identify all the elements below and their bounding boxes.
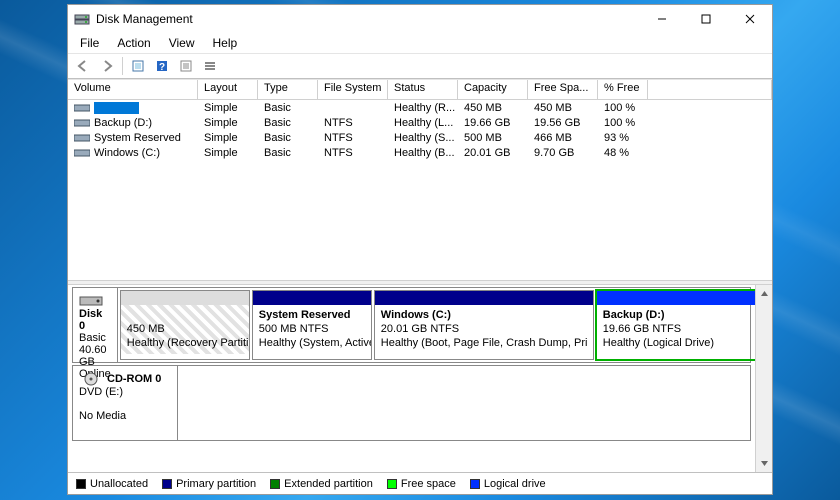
back-button[interactable]	[72, 55, 94, 77]
svg-text:?: ?	[159, 62, 165, 73]
partition[interactable]: 450 MBHealthy (Recovery Partiti	[120, 290, 250, 360]
menu-help[interactable]: Help	[205, 34, 246, 52]
cdrom-partitions	[178, 366, 750, 440]
cdrom-icon	[79, 372, 103, 386]
swatch-primary	[162, 479, 172, 489]
partition[interactable]: System Reserved500 MB NTFSHealthy (Syste…	[252, 290, 372, 360]
cdrom-header[interactable]: CD-ROM 0 DVD (E:) No Media	[73, 366, 178, 440]
menubar: File Action View Help	[68, 33, 772, 53]
col-rest[interactable]	[648, 80, 772, 99]
volume-icon	[74, 148, 90, 158]
swatch-freespace	[387, 479, 397, 489]
disk-0-header[interactable]: Disk 0 Basic 40.60 GB Online	[73, 288, 118, 362]
volume-row[interactable]: System ReservedSimpleBasicNTFSHealthy (S…	[68, 130, 772, 145]
disk-0-type: Basic	[79, 332, 106, 344]
maximize-button[interactable]	[684, 5, 728, 33]
disk-row-cdrom[interactable]: CD-ROM 0 DVD (E:) No Media	[72, 365, 751, 441]
minimize-button[interactable]	[640, 5, 684, 33]
legend: Unallocated Primary partition Extended p…	[68, 472, 772, 494]
scroll-up-button[interactable]	[756, 285, 772, 302]
col-type[interactable]: Type	[258, 80, 318, 99]
content: Volume Layout Type File System Status Ca…	[68, 79, 772, 494]
cdrom-sub: DVD (E:)	[79, 386, 123, 398]
disk-icon	[79, 294, 103, 308]
legend-primary: Primary partition	[176, 478, 256, 490]
toolbar: ?	[68, 53, 772, 79]
col-layout[interactable]: Layout	[198, 80, 258, 99]
properties-button[interactable]	[175, 55, 197, 77]
disk-management-window: Disk Management File Action View Help ? …	[67, 4, 773, 495]
help-button[interactable]: ?	[151, 55, 173, 77]
scroll-down-button[interactable]	[756, 455, 772, 472]
volume-list-pane: Volume Layout Type File System Status Ca…	[68, 80, 772, 280]
col-filesystem[interactable]: File System	[318, 80, 388, 99]
disk-row-0[interactable]: Disk 0 Basic 40.60 GB Online 450 MBHealt…	[72, 287, 751, 363]
col-status[interactable]: Status	[388, 80, 458, 99]
disk-0-partitions: 450 MBHealthy (Recovery PartitiSystem Re…	[118, 288, 755, 362]
volume-icon	[74, 103, 90, 113]
legend-freespace: Free space	[401, 478, 456, 490]
close-button[interactable]	[728, 5, 772, 33]
volume-row[interactable]: Windows (C:)SimpleBasicNTFSHealthy (B...…	[68, 145, 772, 160]
swatch-logical	[470, 479, 480, 489]
col-volume[interactable]: Volume	[68, 80, 198, 99]
disk-0-label: Disk 0	[79, 308, 102, 332]
partition[interactable]: Windows (C:)20.01 GB NTFSHealthy (Boot, …	[374, 290, 594, 360]
titlebar[interactable]: Disk Management	[68, 5, 772, 33]
refresh-button[interactable]	[127, 55, 149, 77]
legend-logical: Logical drive	[484, 478, 546, 490]
forward-button[interactable]	[96, 55, 118, 77]
cdrom-label: CD-ROM 0	[107, 373, 161, 385]
swatch-unallocated	[76, 479, 86, 489]
volume-list-body: SimpleBasicHealthy (R...450 MB450 MB100 …	[68, 100, 772, 160]
legend-unallocated: Unallocated	[90, 478, 148, 490]
col-capacity[interactable]: Capacity	[458, 80, 528, 99]
cdrom-state: No Media	[79, 410, 126, 422]
legend-extended: Extended partition	[284, 478, 373, 490]
window-title: Disk Management	[96, 12, 640, 26]
menu-view[interactable]: View	[161, 34, 203, 52]
swatch-extended	[270, 479, 280, 489]
list-button[interactable]	[199, 55, 221, 77]
col-pctfree[interactable]: % Free	[598, 80, 648, 99]
menu-action[interactable]: Action	[109, 34, 158, 52]
disk-graph-pane: Disk 0 Basic 40.60 GB Online 450 MBHealt…	[68, 285, 772, 472]
app-icon	[74, 11, 90, 27]
volume-row[interactable]: SimpleBasicHealthy (R...450 MB450 MB100 …	[68, 100, 772, 115]
partition[interactable]: Backup (D:)19.66 GB NTFSHealthy (Logical…	[596, 290, 755, 360]
volume-list-header: Volume Layout Type File System Status Ca…	[68, 80, 772, 100]
col-freespace[interactable]: Free Spa...	[528, 80, 598, 99]
menu-file[interactable]: File	[72, 34, 107, 52]
volume-icon	[74, 133, 90, 143]
volume-row[interactable]: Backup (D:)SimpleBasicNTFSHealthy (L...1…	[68, 115, 772, 130]
vertical-scrollbar[interactable]	[755, 285, 772, 472]
volume-icon	[74, 118, 90, 128]
